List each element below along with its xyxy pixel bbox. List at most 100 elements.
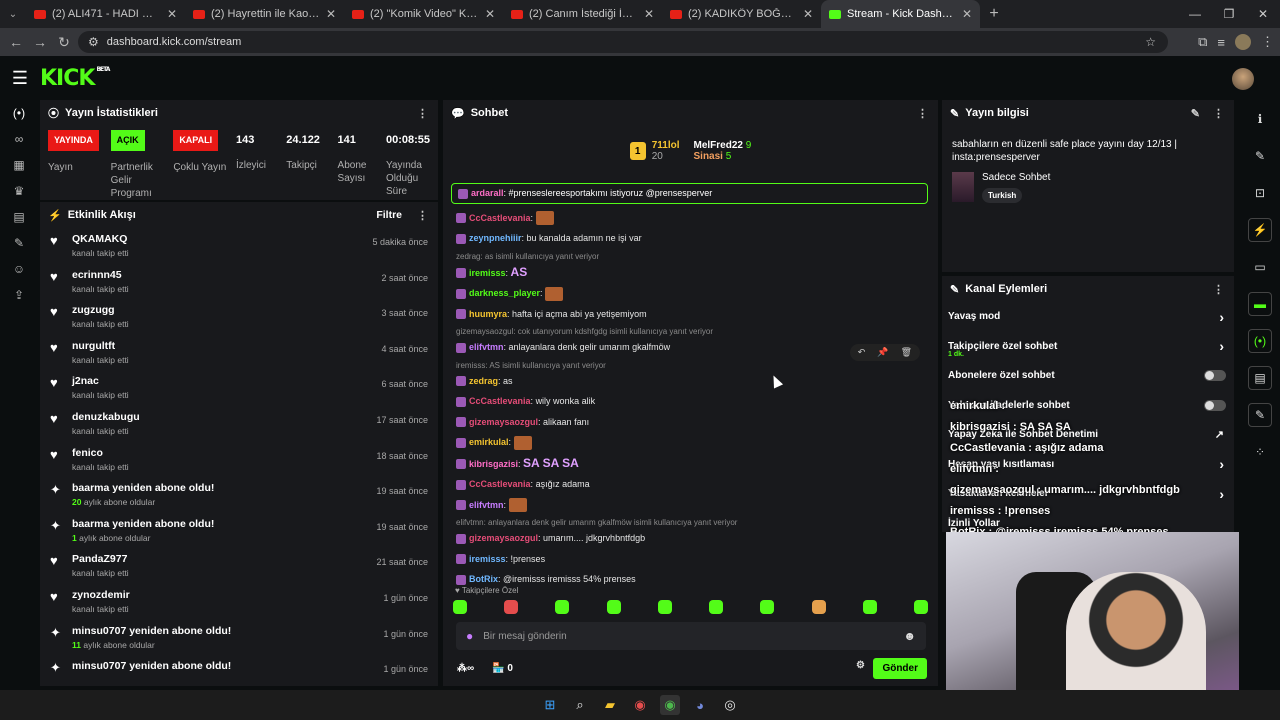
chat-username[interactable]: elifvtmn [469,500,504,510]
send-button[interactable]: Gönder [873,658,927,679]
emote-icon[interactable] [606,600,621,614]
chart-icon[interactable]: ▦ [0,152,38,178]
chat-username[interactable]: CcCastlevania [469,479,531,489]
more-icon[interactable]: ⋮ [917,107,928,120]
trophy-icon[interactable]: ♛ [0,178,38,204]
layout-icon[interactable]: ▤ [1240,359,1280,396]
info-icon[interactable]: ℹ [1240,100,1280,137]
more-icon[interactable]: ⋮ [1213,107,1224,120]
edit-icon[interactable]: ✎ [1191,107,1200,120]
profile-avatar[interactable] [1235,34,1251,50]
category-name[interactable]: Sadece Sohbet [982,172,1050,183]
emote-icon[interactable] [555,600,570,614]
kick-logo[interactable]: KICK BETA [40,66,110,91]
browser-tab-active[interactable]: Stream - Kick Dashboard ✕ [821,0,980,28]
pin-icon[interactable]: 📌 [877,347,888,358]
emote-icon[interactable] [760,600,775,614]
wrench-icon[interactable]: ✎ [0,230,38,256]
chat-icon[interactable]: ▬ [1240,285,1280,322]
chat-username[interactable]: ardarall [471,188,504,198]
chat-username[interactable]: iremisss [469,554,506,564]
forward-icon[interactable]: → [28,34,52,50]
emote-icon[interactable] [504,600,519,614]
chat-username[interactable]: kibrisgazisi [469,459,518,469]
chat-username[interactable]: darkness_player [469,288,540,298]
browser-tab[interactable]: (2) "Komik Video" Kick & Twitch... ✕ [344,0,503,28]
user-avatar[interactable] [1232,68,1254,90]
discord-icon[interactable]: ◕ [690,695,710,715]
chrome-icon[interactable]: ◉ [630,695,650,715]
document-icon[interactable]: ▭ [1240,248,1280,285]
minimize-icon[interactable]: — [1178,0,1212,28]
close-icon[interactable]: ✕ [803,7,813,21]
gear-icon[interactable]: ⚙ [856,660,865,671]
channel-action-item[interactable]: Yavaş mod › [942,302,1234,332]
close-icon[interactable]: ✕ [485,7,495,21]
stream-icon[interactable]: (•) [1240,322,1280,359]
browser-menu-icon[interactable]: ⋮ [1261,34,1274,50]
chat-username[interactable]: emirkulal [469,437,509,447]
browser-tab[interactable]: (2) Hayrettin ile Kaos Show - 2... ✕ [185,0,344,28]
chat-username[interactable]: gizemaysaozgul [469,533,538,543]
group-icon[interactable]: ⁘ [1240,433,1280,470]
close-icon[interactable]: ✕ [644,7,654,21]
wrench-icon[interactable]: ✎ [1240,396,1280,433]
channel-action-item[interactable]: Abonelere özel sohbet [942,361,1234,391]
edit-icon[interactable]: ✎ [1240,137,1280,174]
mic-icon[interactable]: ● [466,629,473,643]
emote-icon[interactable] [913,600,928,614]
emote-icon[interactable] [811,600,826,614]
chat-username[interactable]: CcCastlevania [469,396,531,406]
toggle-switch[interactable] [1204,370,1226,382]
media-icon[interactable]: ≡ [1217,35,1225,50]
chat-input[interactable] [483,630,894,642]
back-icon[interactable]: ← [4,34,28,50]
search-icon[interactable]: ⌕ [570,695,590,715]
site-info-icon[interactable]: ⚙ [88,35,99,49]
focus-icon[interactable]: ⊡ [1240,174,1280,211]
emote-icon[interactable] [862,600,877,614]
emote-icon[interactable] [709,600,724,614]
chat-username[interactable]: iremisss [469,268,506,278]
layout-icon[interactable]: ▤ [0,204,38,230]
link-icon[interactable]: ∞ [0,126,38,152]
chat-username[interactable]: huumyra [469,309,507,319]
chat-username[interactable]: CcCastlevania [469,213,531,223]
infinity-icon[interactable]: ⁂∞ [457,663,474,674]
stream-icon[interactable]: (•) [0,100,38,126]
filter-button[interactable]: Filtre [376,209,402,221]
upload-icon[interactable]: ⇪ [0,282,38,308]
chat-username[interactable]: elifvtmn [469,342,504,352]
url-field[interactable]: ⚙ dashboard.kick.com/stream ☆ [78,31,1168,53]
browser-tab[interactable]: (2) ALI471 - HADI GEL GEZELIM ✕ [26,0,185,28]
hamburger-menu-icon[interactable]: ☰ [0,68,40,89]
emote-icon[interactable] [657,600,672,614]
new-tab-button[interactable]: + [980,5,1008,23]
delete-icon[interactable]: 🗑 [901,347,912,358]
channel-action-item[interactable]: Takipçilere özel sohbet 1 dk. › [942,332,1234,362]
close-icon[interactable]: ✕ [326,7,336,21]
browser-tab[interactable]: (2) KADIKÖY BOĞASI DERBİ KE... ✕ [662,0,821,28]
pinned-message[interactable]: ardarall: #prenseslereesportakımı istiyo… [451,183,928,204]
bookmark-star-icon[interactable]: ☆ [1145,35,1156,49]
close-icon[interactable]: ✕ [962,7,972,21]
windows-start-icon[interactable]: ⊞ [540,695,560,715]
more-icon[interactable]: ⋮ [417,107,428,120]
close-icon[interactable]: ✕ [167,7,177,21]
chrome-icon[interactable]: ◉ [660,695,680,715]
users-icon[interactable]: ☺ [0,256,38,282]
obs-icon[interactable]: ◎ [720,695,740,715]
bolt-icon[interactable]: ⚡ [1240,211,1280,248]
more-icon[interactable]: ⋮ [417,209,428,222]
extensions-icon[interactable]: ⧉ [1198,34,1207,50]
browser-tab[interactable]: (2) Canım İstediği İçin Aldıkları... ✕ [503,0,662,28]
points-display[interactable]: 🏪 0 [492,663,513,674]
chat-username[interactable]: gizemaysaozgul [469,417,538,427]
reply-icon[interactable]: ↶ [858,347,866,358]
chat-username[interactable]: zeynpnehiiir [469,233,522,243]
emoji-icon[interactable]: ☻ [903,629,916,643]
tab-search-icon[interactable]: ⌄ [0,3,26,25]
chat-username[interactable]: BotRix [469,574,498,584]
file-explorer-icon[interactable]: ▰ [600,695,620,715]
emote-icon[interactable] [453,600,467,614]
